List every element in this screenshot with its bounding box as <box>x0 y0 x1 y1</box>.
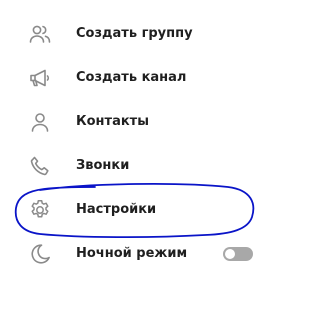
menu-item-contacts[interactable]: Контакты <box>0 100 266 144</box>
menu-item-label: Настройки <box>76 202 157 217</box>
person-icon <box>28 110 52 134</box>
menu-item-settings[interactable]: Настройки <box>0 188 266 232</box>
menu-item-label: Звонки <box>76 158 130 173</box>
menu-item-calls[interactable]: Звонки <box>0 144 266 188</box>
menu-item-night-mode[interactable]: Ночной режим <box>0 232 266 276</box>
side-menu: Создать группу Создать канал Контакты Зв… <box>0 0 266 328</box>
menu-item-create-channel[interactable]: Создать канал <box>0 56 266 100</box>
menu-item-label: Контакты <box>76 114 149 129</box>
menu-item-create-group[interactable]: Создать группу <box>0 12 266 56</box>
megaphone-icon <box>28 66 52 90</box>
gear-icon <box>28 198 52 222</box>
menu-item-label: Создать группу <box>76 26 193 41</box>
night-mode-toggle[interactable] <box>223 247 253 261</box>
group-icon <box>28 22 52 46</box>
menu-item-label: Создать канал <box>76 70 187 85</box>
phone-icon <box>28 154 52 178</box>
menu-item-label: Ночной режим <box>76 246 188 261</box>
toggle-knob <box>225 249 235 259</box>
moon-icon <box>28 242 52 266</box>
